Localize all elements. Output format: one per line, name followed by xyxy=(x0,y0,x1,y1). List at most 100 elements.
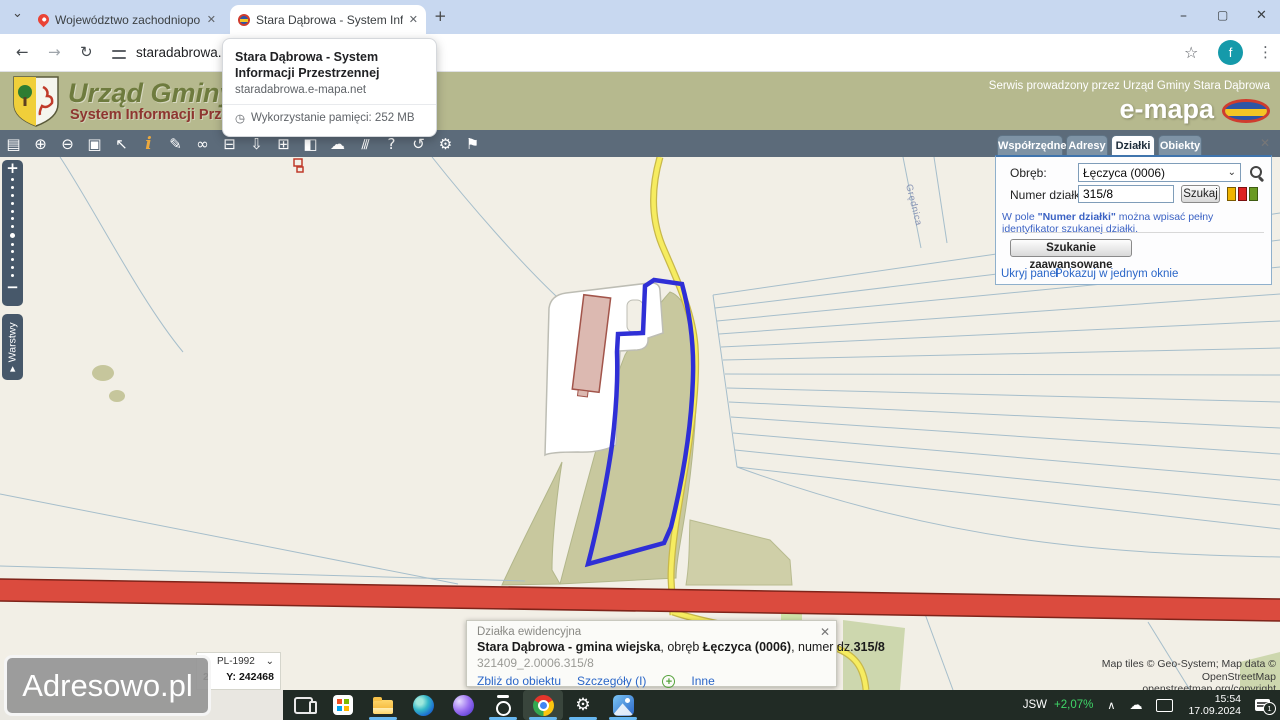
print-icon[interactable]: ⊟ xyxy=(216,135,243,153)
window-close-button[interactable]: ✕ xyxy=(1256,8,1267,23)
szukaj-button[interactable]: Szukaj xyxy=(1181,185,1220,203)
zoom-level-dot[interactable] xyxy=(11,225,14,229)
profile-avatar[interactable]: f xyxy=(1218,40,1243,65)
file-explorer-icon xyxy=(373,696,393,714)
tray-chevron-icon[interactable]: ∧ xyxy=(1107,699,1115,712)
bookmark-star-icon[interactable]: ☆ xyxy=(1184,43,1198,62)
popup-close-icon[interactable]: ✕ xyxy=(820,625,830,639)
hide-panel-link[interactable]: Ukryj panel xyxy=(1001,268,1059,280)
settings-button[interactable]: ⚙ xyxy=(563,690,603,720)
zoom-level-dot[interactable] xyxy=(11,193,14,197)
zoom-level-dot[interactable] xyxy=(11,201,14,205)
copilot-button[interactable] xyxy=(443,690,483,720)
stock-change[interactable]: +2,07% xyxy=(1054,699,1093,711)
popup-parcel-id: 321409_2.0006.315/8 xyxy=(477,656,594,670)
new-tab-button[interactable]: + xyxy=(434,7,447,25)
select-extent-icon[interactable]: ▣ xyxy=(81,135,108,153)
tab-wspolrzedne[interactable]: Współrzędne xyxy=(997,135,1066,155)
forward-icon[interactable]: → xyxy=(48,43,61,61)
single-window-link[interactable]: Pokazuj w jednym oknie xyxy=(1055,268,1178,280)
layers-panel-tab[interactable]: ▶ Warstwy xyxy=(2,314,23,380)
tab-list-chevron-icon[interactable]: ⌄ xyxy=(12,6,23,21)
tab-close-icon[interactable]: ✕ xyxy=(207,13,216,26)
add-circle-icon[interactable]: + xyxy=(662,674,676,688)
advanced-search-button[interactable]: Szukanie zaawansowane xyxy=(1010,239,1132,271)
zoom-to-object-link[interactable]: Zbliż do obiektu xyxy=(477,674,561,688)
tab-adresy[interactable]: Adresy xyxy=(1066,135,1108,155)
cloud-icon[interactable]: ☁ xyxy=(324,135,351,153)
obreb-value: Łęczyca (0006) xyxy=(1083,165,1166,180)
panel-search-icon[interactable] xyxy=(1250,166,1264,180)
popup-sep: , numer dz. xyxy=(791,640,854,654)
pointer-icon[interactable]: ↖ xyxy=(108,135,135,153)
hatch-icon[interactable]: /// xyxy=(351,137,378,151)
zoom-level-dot[interactable] xyxy=(11,273,14,277)
download-icon[interactable]: ⇩ xyxy=(243,135,270,153)
north-arrow-icon[interactable]: ⚑ xyxy=(459,135,486,153)
onedrive-cloud-icon[interactable]: ☁ xyxy=(1129,698,1142,713)
help-icon[interactable]: ? xyxy=(378,135,405,153)
popup-kind: Działka ewidencyjna xyxy=(477,626,582,638)
copy-window-icon[interactable]: ⊞ xyxy=(270,135,297,153)
circle-app-button[interactable] xyxy=(483,690,523,720)
browser-tab-active[interactable]: Stara Dąbrowa - System Inform ✕ xyxy=(230,5,426,34)
memory-usage-text: Wykorzystanie pamięci: 252 MB xyxy=(251,112,415,124)
tab-obiekty[interactable]: Obiekty xyxy=(1158,135,1202,155)
other-link[interactable]: Inne xyxy=(691,674,714,688)
link-icon[interactable]: ∞ xyxy=(189,135,216,153)
field-blob xyxy=(92,365,114,381)
zoom-plus-button[interactable]: + xyxy=(6,160,19,176)
cast-device-icon[interactable] xyxy=(1156,698,1174,712)
rotate-icon[interactable]: ↺ xyxy=(405,135,432,153)
zoom-minus-button[interactable]: − xyxy=(6,279,19,295)
store-button[interactable] xyxy=(323,690,363,720)
split-view-icon[interactable]: ◧ xyxy=(297,135,324,153)
zoom-level-dot[interactable] xyxy=(11,242,14,246)
tab-close-icon[interactable]: ✕ xyxy=(409,13,418,26)
browser-tab-inactive[interactable]: Województwo zachodniopomo ✕ xyxy=(30,5,224,34)
adresowo-watermark: Adresowo.pl xyxy=(4,655,211,716)
zoom-level-dot[interactable] xyxy=(11,186,14,190)
notification-icon[interactable]: 1 xyxy=(1255,699,1276,715)
stock-symbol[interactable]: JSW xyxy=(1023,699,1047,711)
info-icon[interactable]: i xyxy=(135,134,162,154)
zoom-level-dot[interactable] xyxy=(11,250,14,254)
back-icon[interactable]: ← xyxy=(16,43,29,61)
legend-color-green[interactable] xyxy=(1249,187,1258,201)
details-link[interactable]: Szczegóły (I) xyxy=(577,674,646,688)
file-explorer-button[interactable] xyxy=(363,690,403,720)
reload-icon[interactable]: ↻ xyxy=(80,43,93,61)
task-view-button[interactable] xyxy=(283,690,323,720)
window-minimize-button[interactable]: – xyxy=(1180,8,1187,24)
panel-close-icon[interactable]: ✕ xyxy=(1260,136,1270,150)
zoom-in-icon[interactable]: ⊕ xyxy=(27,135,54,153)
photos-button[interactable] xyxy=(603,690,643,720)
settings-gears-icon[interactable]: ⚙ xyxy=(432,135,459,153)
crs-chevron-icon[interactable]: ⌄ xyxy=(266,656,274,667)
legend-color-red[interactable] xyxy=(1238,187,1247,201)
zoom-level-dot[interactable] xyxy=(11,265,14,269)
zoom-level-dot[interactable] xyxy=(11,217,14,221)
zoom-level-dot[interactable] xyxy=(11,209,14,213)
clock[interactable]: 15:54 17.09.2024 xyxy=(1188,693,1241,717)
zoom-out-icon[interactable]: ⊖ xyxy=(54,135,81,153)
edge-button[interactable] xyxy=(403,690,443,720)
zoom-level-dot[interactable] xyxy=(11,258,14,262)
obreb-select[interactable]: Łęczyca (0006) ⌄ xyxy=(1078,163,1241,182)
select-chevron-icon: ⌄ xyxy=(1227,167,1236,178)
numer-dzialki-input[interactable] xyxy=(1078,185,1174,203)
geo-system-logo xyxy=(1222,99,1270,123)
layers-icon[interactable]: ▤ xyxy=(0,135,27,153)
tab-dzialki[interactable]: Działki xyxy=(1111,135,1155,155)
zoom-slider[interactable]: + − xyxy=(2,160,23,306)
legend-color-yellow[interactable] xyxy=(1227,187,1236,201)
menu-dots-icon[interactable]: ⋮ xyxy=(1258,43,1273,61)
window-maximize-button[interactable]: ▢ xyxy=(1217,8,1228,22)
measure-icon[interactable]: ✎ xyxy=(162,135,189,153)
chrome-button[interactable] xyxy=(523,690,563,720)
road-island xyxy=(626,299,644,333)
hover-card-url: staradabrowa.e-mapa.net xyxy=(235,84,367,96)
site-settings-icon[interactable] xyxy=(112,49,126,60)
zoom-level-dot[interactable] xyxy=(11,178,14,182)
zoom-level-dot-current[interactable] xyxy=(10,232,15,238)
